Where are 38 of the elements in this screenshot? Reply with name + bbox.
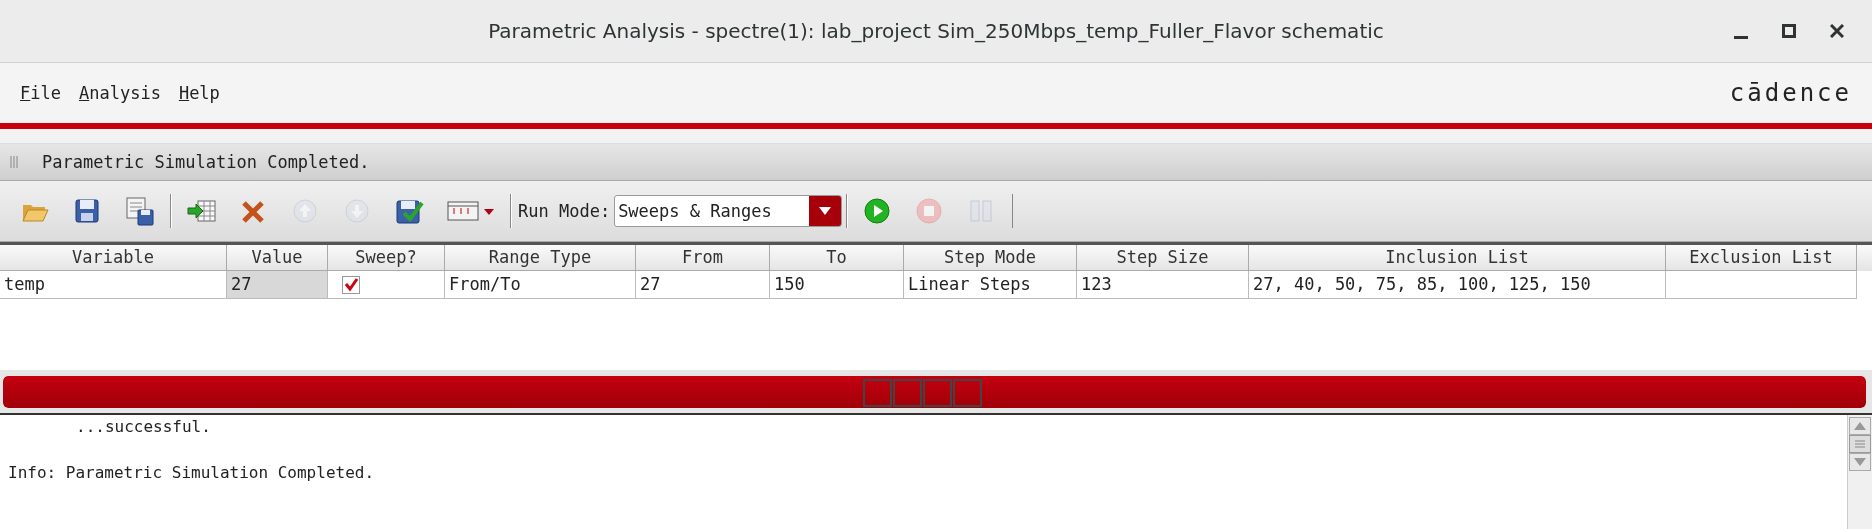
column-header[interactable]: From	[636, 245, 770, 271]
column-header[interactable]: To	[770, 245, 904, 271]
close-icon[interactable]	[1830, 24, 1844, 38]
run-mode-label: Run Mode:	[518, 201, 611, 221]
table-cell[interactable]: 123	[1077, 271, 1249, 299]
menu-item[interactable]: Help	[178, 81, 220, 105]
maximize-icon[interactable]	[1782, 24, 1796, 38]
menu-item[interactable]: File	[20, 81, 61, 105]
scroll-down-icon[interactable]	[1849, 453, 1871, 471]
brand-logo: cādence	[1729, 79, 1852, 107]
caret-icon	[819, 207, 832, 215]
checkbox[interactable]	[342, 275, 360, 294]
save-as-icon[interactable]	[124, 196, 156, 226]
scroll-up-icon[interactable]	[1849, 417, 1871, 435]
log-line: Info: Parametric Simulation Completed.	[8, 463, 376, 483]
table-cell[interactable]: Linear Steps	[904, 271, 1077, 299]
scrollbar-thumb[interactable]	[1849, 435, 1871, 453]
column-header[interactable]: Exclusion List	[1666, 245, 1857, 271]
column-header[interactable]: Variable	[0, 245, 227, 271]
table-cell: 27	[227, 271, 328, 299]
table-cell[interactable]: 27, 40, 50, 75, 85, 100, 125, 150	[1249, 271, 1666, 299]
grip-icon[interactable]	[10, 156, 18, 168]
column-header[interactable]: Range Type	[445, 245, 636, 271]
table-cell[interactable]: From/To	[445, 271, 636, 299]
status-message: Parametric Simulation Completed.	[42, 152, 370, 172]
table-cell[interactable]: 150	[770, 271, 904, 299]
menu-item[interactable]: Analysis	[78, 81, 161, 105]
column-header[interactable]: Inclusion List	[1249, 245, 1666, 271]
table-cell[interactable]: 27	[636, 271, 770, 299]
column-header[interactable]: Step Size	[1077, 245, 1249, 271]
run-mode-dropdown[interactable]: Sweeps & Ranges	[614, 195, 843, 227]
busy-indicator-icon	[863, 379, 983, 407]
column-header[interactable]: Step Mode	[904, 245, 1077, 271]
table-cell[interactable]	[1666, 271, 1857, 299]
column-header[interactable]: Sweep?	[328, 245, 445, 271]
window-title: Parametric Analysis - spectre(1): lab_project Sim_250Mbps_temp_Fuller_Flavor schematic	[488, 19, 1384, 43]
log-line: ...successful.	[75, 417, 212, 437]
table-cell[interactable]: temp	[0, 271, 227, 299]
